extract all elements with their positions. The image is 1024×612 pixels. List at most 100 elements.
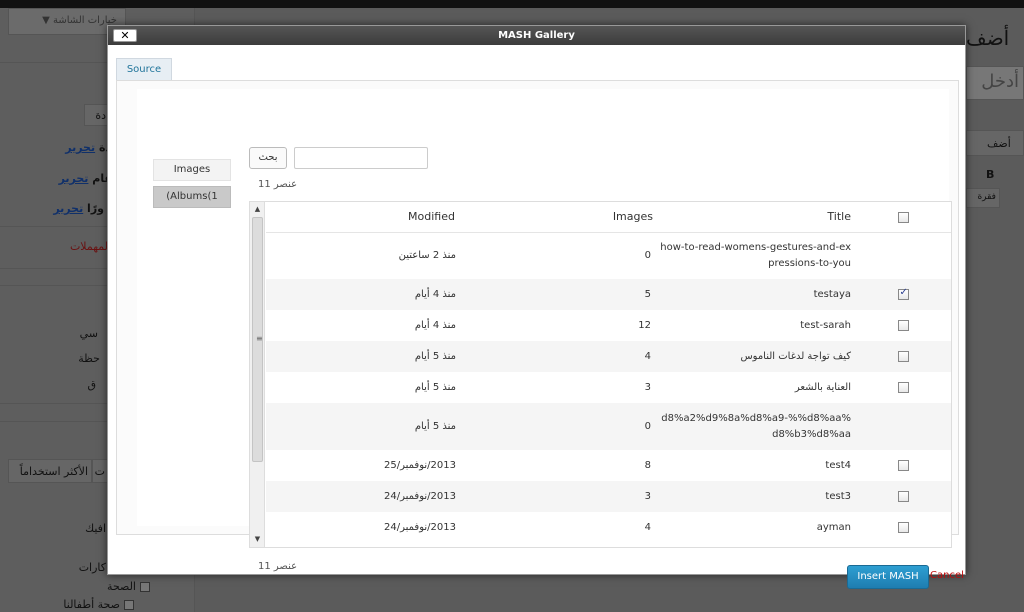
row-checkbox[interactable] — [897, 521, 909, 533]
scroll-thumb[interactable]: ≡ — [252, 217, 263, 462]
album-title-cell: how-to-read-womens-gestures-and-expressi… — [660, 241, 851, 269]
save-draft-label: دة — [95, 109, 106, 122]
grip-icon: ≡ — [256, 334, 263, 343]
row-checkbox[interactable] — [897, 459, 909, 471]
publish-row: ورًا تحرير — [53, 202, 104, 215]
albums-table-body: منذ 2 ساعتين 0 how-to-read-womens-gestures… — [266, 232, 951, 543]
most-used-label: الأكثر استخداماً — [19, 465, 88, 478]
table-row[interactable]: منذ 5 أيام 4 كيف تواجة لدغات الناموس — [266, 341, 951, 372]
mash-gallery-modal: ✕ MASH Gallery Source Images (Albums(1 ب… — [107, 25, 966, 589]
album-title-cell: ayman — [816, 521, 851, 533]
all-label: ت — [94, 465, 105, 478]
admin-top-bar — [0, 0, 1024, 8]
page-title: أضف — [966, 26, 1010, 50]
post-title-input[interactable]: أدخل — [966, 66, 1024, 100]
images-count-cell: 0 — [644, 250, 651, 262]
close-button[interactable]: ✕ — [113, 29, 137, 42]
publish-label: ورًا — [87, 202, 104, 215]
select-cell — [855, 403, 951, 450]
status-edit-link[interactable]: تحرير — [65, 141, 95, 154]
images-count-cell: 4 — [644, 351, 651, 362]
bold-icon[interactable]: B — [986, 168, 994, 181]
row-checkbox[interactable] — [897, 319, 909, 331]
album-title-cell: testaya — [813, 288, 851, 300]
trash-link[interactable]: لمهملات — [70, 240, 108, 253]
row-checkbox[interactable] — [897, 350, 909, 362]
table-row[interactable]: 2013/نوفمبر/24 3 test3 — [266, 481, 951, 512]
album-title-cell: كيف تواجة لدغات الناموس — [740, 350, 851, 362]
category-item: كارات — [78, 561, 106, 574]
item-count-top: 11 عنصر — [258, 179, 298, 190]
row-checkbox[interactable] — [897, 381, 909, 393]
select-cell — [855, 372, 951, 403]
table-row[interactable]: 2013/نوفمبر/25 8 test4 — [266, 450, 951, 481]
table-row[interactable]: منذ 2 ساعتين 0 how-to-read-womens-gestures… — [266, 232, 951, 279]
search-button[interactable]: بحث — [249, 147, 287, 169]
table-header-row: Modified Images Title — [266, 202, 951, 232]
tab-source[interactable]: Source — [116, 58, 172, 81]
albums-table-container: ▲ ≡ ▼ Modified Images Title منذ 2 ساعتين… — [249, 201, 952, 548]
format-select-label: فقرة — [977, 192, 996, 202]
select-cell — [855, 512, 951, 543]
row-checkbox[interactable] — [897, 287, 909, 300]
select-cell — [855, 450, 951, 481]
modified-cell: منذ 4 أيام — [414, 289, 456, 300]
modified-cell: منذ 5 أيام — [414, 382, 456, 393]
table-scrollbar[interactable]: ▲ ≡ ▼ — [250, 202, 265, 547]
category-tab-all[interactable]: ت — [92, 459, 108, 483]
category-checkbox[interactable] — [124, 600, 134, 610]
select-all-checkbox[interactable] — [897, 211, 909, 223]
gallery-browser: Images (Albums(1 بحث 11 عنصر ▲ ≡ ▼ Modif… — [137, 89, 952, 572]
select-cell — [855, 341, 951, 372]
album-title-cell: test4 — [825, 459, 851, 471]
format-option: حظة — [78, 352, 100, 365]
images-count-cell: 12 — [638, 320, 651, 331]
modified-cell: 2013/نوفمبر/25 — [384, 460, 456, 471]
scroll-up-arrow-icon[interactable]: ▲ — [250, 202, 265, 217]
modified-cell: منذ 4 أيام — [414, 320, 456, 331]
row-checkbox[interactable] — [897, 490, 909, 502]
table-row[interactable]: منذ 5 أيام 3 العناية بالشعر — [266, 372, 951, 403]
category-tab-most-used[interactable]: الأكثر استخداماً — [8, 459, 92, 483]
table-row[interactable]: منذ 4 أيام 12 test-sarah — [266, 310, 951, 341]
nav-item-images[interactable]: Images — [153, 159, 231, 181]
modified-cell: 2013/نوفمبر/24 — [384, 491, 456, 502]
modified-cell: منذ 5 أيام — [414, 351, 456, 362]
images-count-cell: 3 — [644, 491, 651, 502]
column-header-modified[interactable]: Modified — [266, 202, 458, 232]
nav-item-albums[interactable]: (Albums(1 — [153, 186, 231, 208]
column-header-title[interactable]: Title — [655, 202, 855, 232]
format-option: سي — [79, 327, 98, 340]
add-media-button[interactable]: أضف — [966, 130, 1024, 156]
images-count-cell: 8 — [644, 460, 651, 471]
format-select[interactable]: فقرة — [966, 188, 1000, 208]
modified-cell: منذ 2 ساعتين — [398, 250, 456, 262]
select-cell — [855, 232, 951, 279]
album-title-cell: العناية بالشعر — [794, 381, 851, 393]
modal-body: Source Images (Albums(1 بحث 11 عنصر ▲ ≡ — [108, 45, 965, 589]
category-item: صحة أطفالنا — [63, 598, 120, 611]
album-title-cell: d8%a2%d9%8a%d8%a9-%%d8%aa%d8%b3%d8%aa — [661, 412, 851, 440]
search-input[interactable] — [294, 147, 428, 169]
category-item: افيك — [85, 522, 106, 535]
album-title-cell: test-sarah — [800, 319, 851, 331]
publish-edit-link[interactable]: تحرير — [53, 202, 83, 215]
modal-title: MASH Gallery — [498, 30, 575, 41]
column-header-images[interactable]: Images — [458, 202, 655, 232]
category-checkbox[interactable] — [140, 582, 150, 592]
table-row[interactable]: 2013/نوفمبر/24 4 ayman — [266, 512, 951, 543]
modified-cell: منذ 5 أيام — [414, 421, 456, 432]
cancel-link[interactable]: Cancel — [930, 570, 964, 581]
album-title-cell: test3 — [825, 490, 851, 502]
visibility-row: عام تحرير — [59, 172, 112, 185]
visibility-edit-link[interactable]: تحرير — [59, 172, 89, 185]
select-all-cell — [855, 202, 951, 232]
modal-titlebar: ✕ MASH Gallery — [108, 26, 965, 45]
insert-mash-button[interactable]: Insert MASH — [847, 565, 929, 589]
images-count-cell: 5 — [644, 289, 651, 300]
table-row[interactable]: منذ 4 أيام 5 testaya — [266, 279, 951, 310]
add-media-label: أضف — [987, 137, 1011, 150]
select-cell — [855, 310, 951, 341]
table-row[interactable]: منذ 5 أيام 0 d8%a2%d9%8a%d8%a9-%%d8%aa%d8%… — [266, 403, 951, 450]
scroll-down-arrow-icon[interactable]: ▼ — [250, 532, 265, 547]
